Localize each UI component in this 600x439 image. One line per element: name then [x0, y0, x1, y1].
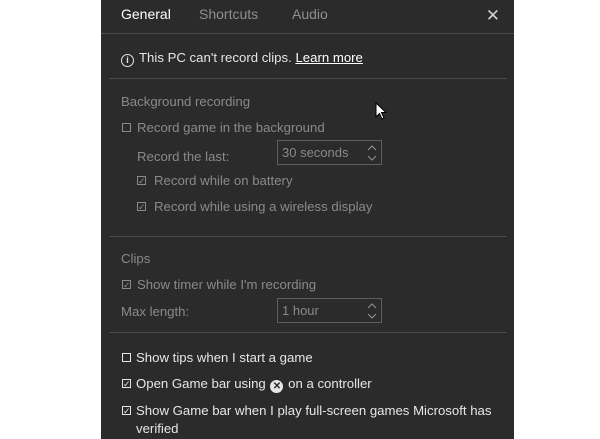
- record-the-last-value: 30 seconds: [282, 145, 349, 160]
- record-on-battery-label: Record while on battery: [154, 173, 293, 188]
- record-on-battery-checkbox[interactable]: ✓: [137, 176, 146, 186]
- close-icon[interactable]: ✕: [486, 6, 500, 26]
- open-game-bar-label: Open Game bar using ✕ on a controller: [136, 376, 372, 393]
- cannot-record-notice: i This PC can't record clips. Learn more: [121, 50, 363, 67]
- open-game-bar-text-pre: Open Game bar using: [136, 376, 266, 391]
- open-game-bar-text-post: on a controller: [288, 376, 372, 391]
- section-divider: [109, 78, 507, 79]
- record-the-last-label: Record the last:: [137, 149, 230, 164]
- spinner-arrows-icon[interactable]: [366, 301, 378, 321]
- record-in-background-checkbox[interactable]: [122, 123, 131, 132]
- max-length-spinner[interactable]: 1 hour: [277, 298, 382, 323]
- learn-more-link[interactable]: Learn more: [295, 50, 362, 65]
- info-icon: i: [121, 54, 134, 67]
- tab-general[interactable]: General: [121, 6, 171, 22]
- section-divider: [109, 236, 507, 237]
- record-wireless-display-label: Record while using a wireless display: [154, 199, 373, 214]
- open-game-bar-checkbox[interactable]: ✓: [122, 379, 131, 389]
- show-tips-checkbox[interactable]: [122, 353, 131, 362]
- tab-shortcuts[interactable]: Shortcuts: [199, 6, 258, 22]
- show-game-bar-label-line1: Show Game bar when I play full-screen ga…: [136, 403, 492, 418]
- game-bar-settings-panel: General Shortcuts Audio ✕ i This PC can't…: [101, 0, 514, 439]
- show-tips-label: Show tips when I start a game: [136, 350, 313, 365]
- max-length-value: 1 hour: [282, 303, 319, 318]
- section-divider: [109, 332, 507, 333]
- show-timer-label: Show timer while I'm recording: [137, 277, 317, 292]
- background-recording-heading: Background recording: [121, 94, 251, 109]
- max-length-label: Max length:: [121, 304, 190, 319]
- clips-heading: Clips: [121, 251, 151, 266]
- show-game-bar-checkbox[interactable]: ✓: [122, 406, 131, 416]
- notice-text: This PC can't record clips.: [139, 50, 292, 65]
- spinner-arrows-icon[interactable]: [366, 143, 378, 163]
- tab-audio[interactable]: Audio: [292, 6, 328, 22]
- record-in-background-label: Record game in the background: [137, 120, 325, 135]
- mouse-pointer-icon: [375, 102, 387, 120]
- show-timer-checkbox[interactable]: ✓: [122, 280, 131, 290]
- xbox-logo-icon: ✕: [270, 380, 284, 393]
- record-wireless-display-checkbox[interactable]: ✓: [137, 202, 146, 212]
- record-the-last-spinner[interactable]: 30 seconds: [277, 140, 382, 165]
- tab-divider: [101, 33, 514, 34]
- show-game-bar-label-line2: verified: [136, 421, 179, 436]
